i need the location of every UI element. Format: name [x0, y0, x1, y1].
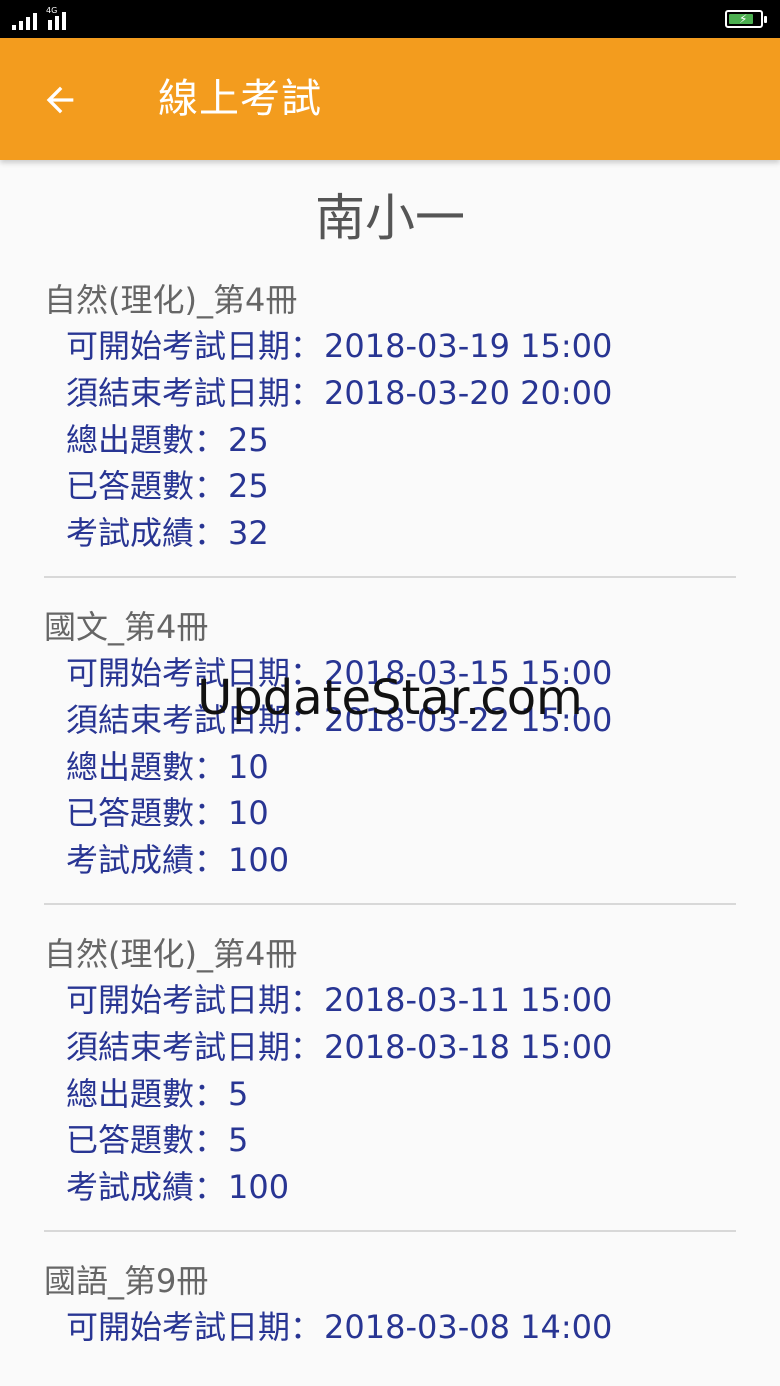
exam-score-label: 考試成績：: [66, 514, 227, 553]
exam-record-card[interactable]: 自然(理化)_第4冊 可開始考試日期：2018-03-19 15:00 須結束考…: [44, 277, 736, 578]
start-date-row: 可開始考試日期：2018-03-08 14:00: [66, 1304, 736, 1351]
end-date-row: 須結束考試日期：2018-03-18 15:00: [66, 1024, 736, 1071]
status-bar: 4G ⚡: [0, 0, 780, 38]
exam-record-card[interactable]: 自然(理化)_第4冊 可開始考試日期：2018-03-11 15:00 須結束考…: [44, 931, 736, 1232]
total-questions-label: 總出題數：: [66, 1074, 227, 1113]
answered-questions-row: 已答題數：5: [66, 1117, 736, 1164]
start-date-value: 2018-03-19 15:00: [324, 327, 613, 365]
start-date-label: 可開始考試日期：: [66, 1308, 323, 1346]
end-date-value: 2018-03-20 20:00: [324, 373, 613, 412]
answered-questions-row: 已答題數：10: [66, 790, 736, 837]
start-date-value: 2018-03-08 14:00: [324, 1308, 613, 1346]
end-date-row: 須結束考試日期：2018-03-22 15:00: [66, 697, 736, 744]
answered-questions-value: 25: [228, 467, 269, 506]
battery-charging-icon: ⚡: [725, 10, 767, 28]
total-questions-value: 25: [228, 420, 269, 459]
start-date-label: 可開始考試日期：: [66, 654, 323, 692]
back-button[interactable]: [30, 70, 90, 130]
page-title: 線上考試: [158, 76, 322, 122]
start-date-row: 可開始考試日期：2018-03-15 15:00: [66, 650, 736, 697]
total-questions-value: 5: [228, 1074, 249, 1113]
exam-score-row: 考試成績：32: [66, 510, 736, 557]
exam-score-label: 考試成績：: [66, 841, 227, 880]
total-questions-label: 總出題數：: [66, 747, 227, 786]
exam-record-card[interactable]: 國文_第4冊 可開始考試日期：2018-03-15 15:00 須結束考試日期：…: [44, 604, 736, 905]
end-date-label: 須結束考試日期：: [66, 1027, 323, 1066]
exam-score-label: 考試成績：: [66, 1168, 227, 1207]
arrow-left-icon: [46, 86, 74, 114]
answered-questions-label: 已答題數：: [66, 794, 227, 833]
end-date-value: 2018-03-18 15:00: [324, 1027, 613, 1066]
answered-questions-value: 5: [228, 1121, 249, 1160]
end-date-row: 須結束考試日期：2018-03-20 20:00: [66, 370, 736, 417]
exam-subject-title: 自然(理化)_第4冊: [44, 281, 298, 319]
start-date-value: 2018-03-15 15:00: [324, 654, 613, 692]
answered-questions-value: 10: [228, 794, 269, 833]
exam-score-value: 100: [228, 841, 290, 880]
answered-questions-label: 已答題數：: [66, 1121, 227, 1160]
total-questions-row: 總出題數：5: [66, 1071, 736, 1118]
charging-bolt-icon: ⚡: [739, 12, 748, 26]
start-date-value: 2018-03-11 15:00: [324, 981, 613, 1019]
total-questions-row: 總出題數：25: [66, 417, 736, 464]
app-bar: 線上考試: [0, 38, 780, 160]
exam-score-value: 32: [228, 514, 269, 553]
exam-subject-title: 國語_第9冊: [44, 1262, 209, 1300]
answered-questions-row: 已答題數：25: [66, 463, 736, 510]
signal-bars-icon: [12, 10, 72, 30]
total-questions-value: 10: [228, 747, 269, 786]
total-questions-label: 總出題數：: [66, 420, 227, 459]
exam-subject-title: 自然(理化)_第4冊: [44, 935, 298, 973]
start-date-row: 可開始考試日期：2018-03-11 15:00: [66, 977, 736, 1024]
end-date-label: 須結束考試日期：: [66, 373, 323, 412]
exam-score-row: 考試成績：100: [66, 837, 736, 884]
total-questions-row: 總出題數：10: [66, 744, 736, 791]
end-date-label: 須結束考試日期：: [66, 700, 323, 739]
start-date-row: 可開始考試日期：2018-03-19 15:00: [66, 323, 736, 370]
exam-record-card[interactable]: 國語_第9冊 可開始考試日期：2018-03-08 14:00: [44, 1258, 736, 1358]
answered-questions-label: 已答題數：: [66, 467, 227, 506]
exam-score-value: 100: [228, 1168, 290, 1207]
exam-score-row: 考試成績：100: [66, 1164, 736, 1211]
exam-subject-title: 國文_第4冊: [44, 608, 209, 646]
start-date-label: 可開始考試日期：: [66, 981, 323, 1019]
end-date-value: 2018-03-22 15:00: [324, 700, 613, 739]
school-name-heading: 南小一: [315, 189, 465, 247]
start-date-label: 可開始考試日期：: [66, 327, 323, 365]
network-type-label: 4G: [46, 6, 58, 15]
